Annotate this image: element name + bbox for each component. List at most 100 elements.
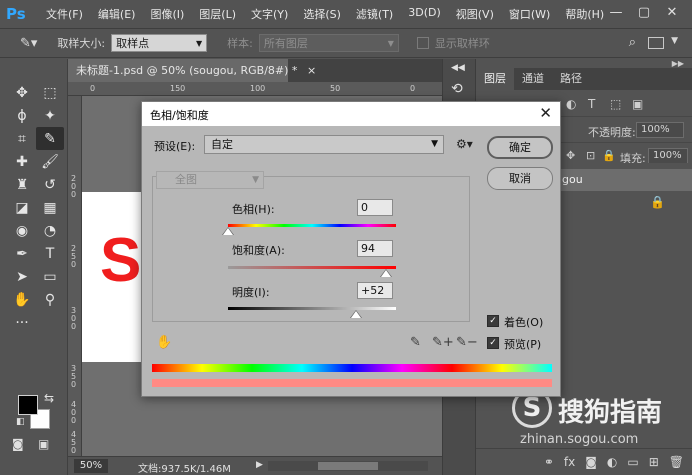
saturation-input[interactable]: 94 — [357, 240, 393, 257]
clone-stamp-tool-icon[interactable]: ♜ — [8, 173, 36, 196]
hue-slider-thumb[interactable] — [223, 228, 233, 235]
text-filter-icon[interactable]: T — [588, 97, 595, 111]
channel-select[interactable]: 全图 ▼ — [156, 171, 264, 189]
blur-tool-icon[interactable]: ◉ — [8, 219, 36, 242]
menu-window[interactable]: 窗口(W) — [509, 6, 550, 22]
tab-channels[interactable]: 通道 — [514, 68, 552, 90]
dodge-tool-icon[interactable]: ◔ — [36, 219, 64, 242]
lightness-slider-track[interactable] — [228, 307, 396, 310]
hand-tool-icon[interactable]: ✋ — [8, 288, 36, 311]
eyedropper-tool-icon[interactable]: ✎ — [36, 127, 64, 150]
preset-select[interactable]: 自定 ▼ — [204, 135, 444, 154]
close-window-button[interactable]: ✕ — [658, 4, 686, 22]
gear-icon[interactable]: ⚙▾ — [456, 137, 473, 151]
menu-file[interactable]: 文件(F) — [46, 6, 83, 22]
gradient-tool-icon[interactable]: ▦ — [36, 196, 64, 219]
saturation-slider-thumb[interactable] — [380, 270, 391, 277]
eyedropper-preset-icon[interactable]: ✎▾ — [20, 36, 37, 51]
move-tool-icon[interactable]: ✥ — [8, 81, 36, 104]
crop-tool-icon[interactable]: ⌗ — [8, 127, 36, 150]
fill-input[interactable]: 100% — [648, 148, 688, 164]
menu-select[interactable]: 选择(S) — [303, 6, 341, 22]
foreground-color-swatch[interactable] — [18, 395, 38, 415]
scrollbar-thumb[interactable] — [318, 462, 378, 470]
new-group-icon[interactable]: ▭ — [627, 455, 638, 469]
healing-brush-tool-icon[interactable]: ✚ — [8, 150, 36, 173]
eyedropper-plus-icon[interactable]: ✎+ — [432, 335, 454, 350]
hand-adjust-icon[interactable]: ✋ — [156, 335, 172, 350]
pen-tool-icon[interactable]: ✒ — [8, 242, 36, 265]
layer-row-selected[interactable]: gou — [556, 169, 692, 191]
menu-type[interactable]: 文字(Y) — [251, 6, 288, 22]
menu-view[interactable]: 视图(V) — [456, 6, 494, 22]
lock-position-icon[interactable]: ✥ — [566, 149, 575, 162]
chevron-down-icon[interactable]: ▼ — [671, 36, 678, 46]
eraser-tool-icon[interactable]: ◪ — [8, 196, 36, 219]
brush-tool-icon[interactable]: 🖌 — [36, 150, 64, 173]
smart-object-filter-icon[interactable]: ▣ — [632, 97, 643, 111]
adjustment-filter-icon[interactable]: ◐ — [566, 97, 576, 111]
ok-button[interactable]: 确定 — [487, 136, 553, 159]
lasso-tool-icon[interactable]: ϕ — [8, 104, 36, 127]
opacity-input[interactable]: 100% — [636, 122, 684, 138]
menu-layer[interactable]: 图层(L) — [199, 6, 236, 22]
expand-icon[interactable]: ▶▶ — [672, 59, 684, 68]
eyedropper-minus-icon[interactable]: ✎− — [456, 335, 478, 350]
chevron-right-icon[interactable]: ▶ — [256, 460, 263, 470]
rectangle-tool-icon[interactable]: ▭ — [36, 265, 64, 288]
add-mask-icon[interactable]: ◙ — [585, 455, 597, 469]
zoom-level[interactable]: 50% — [74, 459, 108, 473]
screen-mode-icon[interactable]: ▣ — [38, 437, 49, 451]
preview-checkbox[interactable]: ✓ — [487, 337, 499, 349]
search-icon[interactable]: ⌕ — [629, 35, 636, 50]
close-icon[interactable]: ✕ — [539, 104, 552, 122]
more-tools-icon[interactable]: ··· — [8, 311, 36, 334]
minimize-button[interactable]: — — [602, 4, 630, 22]
swap-colors-icon[interactable]: ⇆ — [44, 391, 54, 405]
type-tool-icon[interactable]: T — [36, 242, 64, 265]
new-layer-icon[interactable]: ⊞ — [649, 455, 659, 469]
quick-mask-icon[interactable]: ◙ — [12, 437, 24, 451]
collapse-icon[interactable]: ◀◀ — [451, 63, 465, 73]
sample-size-select[interactable]: 取样点 ▼ — [111, 34, 208, 52]
sample-select[interactable]: 所有图层 ▼ — [258, 34, 399, 52]
ruler-number: 0 — [71, 446, 77, 455]
horizontal-scrollbar[interactable] — [268, 461, 428, 471]
colorize-checkbox[interactable]: ✓ — [487, 315, 499, 327]
vertical-ruler: 2 0 0 2 5 0 3 0 0 3 5 0 4 0 0 4 5 0 — [68, 96, 82, 456]
menu-help[interactable]: 帮助(H) — [565, 6, 604, 22]
maximize-button[interactable]: ▢ — [630, 4, 658, 22]
lock-all-icon[interactable]: 🔒 — [602, 149, 616, 162]
lightness-slider-thumb[interactable] — [350, 311, 361, 318]
document-tab[interactable]: 未标题-1.psd @ 50% (sougou, RGB/8#) * × — [68, 59, 316, 82]
link-layers-icon[interactable]: ⚭ — [544, 455, 554, 469]
path-selection-tool-icon[interactable]: ➤ — [8, 265, 36, 288]
menu-edit[interactable]: 编辑(E) — [98, 6, 136, 22]
tab-layers[interactable]: 图层 — [476, 68, 514, 90]
hue-input[interactable]: 0 — [357, 199, 393, 216]
menu-3d[interactable]: 3D(D) — [408, 6, 441, 22]
default-colors-icon[interactable]: ◧ — [16, 417, 25, 427]
marquee-tool-icon[interactable]: ⬚ — [36, 81, 64, 104]
history-brush-tool-icon[interactable]: ↺ — [36, 173, 64, 196]
history-icon[interactable]: ⟲ — [451, 81, 463, 97]
cancel-button[interactable]: 取消 — [487, 167, 553, 190]
hue-slider-track[interactable] — [228, 224, 396, 227]
lightness-input[interactable]: +52 — [357, 282, 393, 299]
menu-filter[interactable]: 滤镜(T) — [356, 6, 393, 22]
shape-filter-icon[interactable]: ⬚ — [610, 97, 621, 111]
adjustment-layer-icon[interactable]: ◐ — [607, 455, 617, 469]
layer-style-icon[interactable]: fx — [564, 455, 575, 469]
lock-artboard-icon[interactable]: ⊡ — [586, 149, 595, 162]
saturation-slider-track[interactable] — [228, 266, 396, 269]
delete-layer-icon[interactable]: 🗑 — [669, 455, 684, 469]
eyedropper-icon[interactable]: ✎ — [410, 335, 421, 350]
zoom-tool-icon[interactable]: ⚲ — [36, 288, 64, 311]
tab-paths[interactable]: 路径 — [552, 68, 590, 90]
show-ring-checkbox[interactable] — [416, 37, 429, 49]
magic-wand-tool-icon[interactable]: ✦ — [36, 104, 64, 127]
menu-image[interactable]: 图像(I) — [150, 6, 184, 22]
close-tab-icon[interactable]: × — [307, 64, 316, 77]
workspace-icon[interactable] — [648, 37, 664, 49]
dialog-title-bar[interactable]: 色相/饱和度 ✕ — [142, 102, 560, 126]
